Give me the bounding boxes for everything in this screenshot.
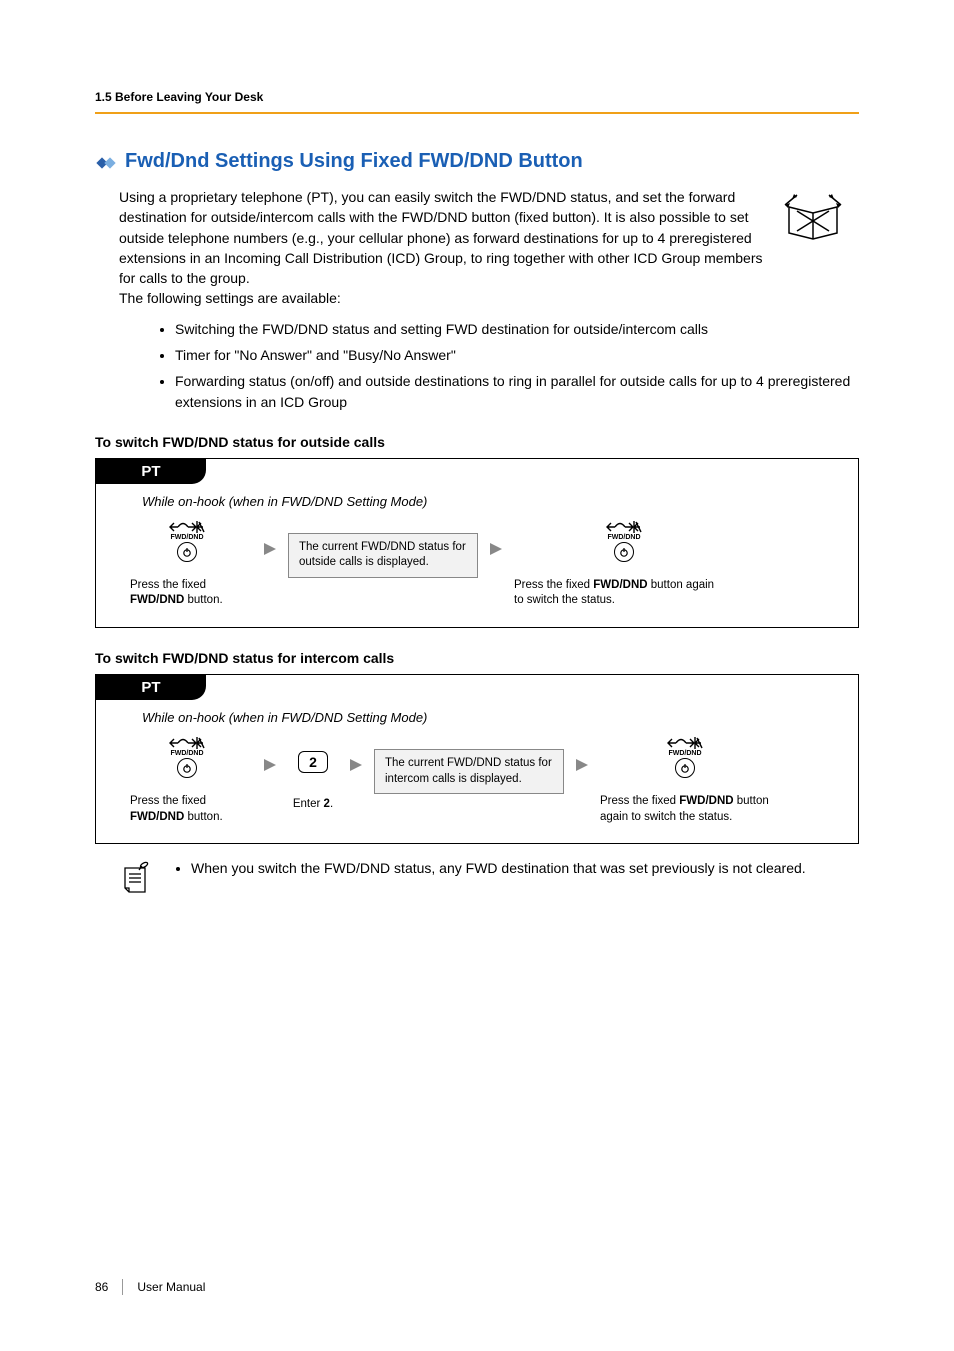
- power-circle-icon: [177, 758, 197, 778]
- proc1-flow: FWD/DND Press the fixed FWD/DND button. …: [122, 517, 858, 609]
- t: Press the fixed: [514, 579, 593, 591]
- proc1-heading: To switch FWD/DND status for outside cal…: [95, 434, 859, 450]
- fwd-dnd-label: FWD/DND: [170, 534, 203, 541]
- t: .: [330, 798, 333, 810]
- t: button.: [184, 594, 222, 606]
- proc2-digit-step: 2 Enter 2.: [288, 733, 338, 813]
- bullet-2: Timer for "No Answer" and "Busy/No Answe…: [175, 345, 859, 365]
- t: Enter: [293, 798, 324, 810]
- diamond-bullets-icon: [95, 155, 117, 169]
- note-item: When you switch the FWD/DND status, any …: [191, 858, 806, 878]
- t: FWD/DND: [679, 795, 733, 807]
- phone-book-icon: [783, 193, 855, 245]
- proc2-step2: FWD/DND Press the fixed FWD/DND button a…: [600, 733, 770, 825]
- proc2-step1: FWD/DND Press the fixed FWD/DND button.: [122, 733, 252, 825]
- arrow-icon: [348, 733, 364, 773]
- t: FWD/DND: [130, 811, 184, 823]
- section-title: Fwd/Dnd Settings Using Fixed FWD/DND But…: [125, 150, 583, 173]
- proc1-box: PT While on-hook (when in FWD/DND Settin…: [95, 458, 859, 628]
- proc1-step2-caption: Press the fixed FWD/DND button again to …: [514, 578, 724, 609]
- proc2-tab: PT: [96, 675, 206, 700]
- note-row: When you switch the FWD/DND status, any …: [119, 858, 859, 898]
- t: FWD/DND: [593, 579, 647, 591]
- fwd-dnd-button-icon: FWD/DND: [606, 521, 642, 562]
- footer-label: User Manual: [137, 1280, 205, 1294]
- power-circle-icon: [614, 542, 634, 562]
- section-heading: Fwd/Dnd Settings Using Fixed FWD/DND But…: [95, 150, 859, 173]
- fwd-dnd-button-icon: FWD/DND: [169, 521, 205, 562]
- fwd-dnd-label: FWD/DND: [170, 750, 203, 757]
- proc1-step1: FWD/DND Press the fixed FWD/DND button.: [122, 517, 252, 609]
- arrow-icon: [488, 517, 504, 557]
- intro-paragraph: Using a proprietary telephone (PT), you …: [119, 187, 769, 309]
- digit-key-2: 2: [298, 751, 328, 773]
- proc2-step2-caption: Press the fixed FWD/DND button again to …: [600, 794, 770, 825]
- settings-bullets: Switching the FWD/DND status and setting…: [135, 319, 859, 412]
- bullet-3: Forwarding status (on/off) and outside d…: [175, 371, 859, 412]
- fwd-dnd-label: FWD/DND: [607, 534, 640, 541]
- proc2-step1-caption: Press the fixed FWD/DND button.: [130, 794, 252, 825]
- page: 1.5 Before Leaving Your Desk Fwd/Dnd Set…: [0, 0, 954, 1351]
- running-header: 1.5 Before Leaving Your Desk: [95, 90, 859, 114]
- footer-divider: [122, 1279, 123, 1295]
- fwd-dnd-label: FWD/DND: [668, 750, 701, 757]
- proc1-status-box: The current FWD/DND status for outside c…: [288, 533, 478, 578]
- proc2-heading: To switch FWD/DND status for intercom ca…: [95, 650, 859, 666]
- proc2-enter-caption: Enter 2.: [293, 797, 333, 813]
- proc2-box: PT While on-hook (when in FWD/DND Settin…: [95, 674, 859, 844]
- t: Press the fixed: [130, 579, 206, 591]
- bullet-1: Switching the FWD/DND status and setting…: [175, 319, 859, 339]
- proc1-tab: PT: [96, 459, 206, 484]
- proc2-status-box: The current FWD/DND status for intercom …: [374, 749, 564, 794]
- fwd-dnd-button-icon: FWD/DND: [667, 737, 703, 778]
- note-icon: [119, 858, 155, 898]
- power-circle-icon: [675, 758, 695, 778]
- page-number: 86: [95, 1280, 108, 1294]
- arrow-icon: [262, 517, 278, 557]
- arrow-icon: [574, 733, 590, 773]
- intro-text: Using a proprietary telephone (PT), you …: [119, 189, 763, 306]
- fwd-dnd-button-icon: FWD/DND: [169, 737, 205, 778]
- proc2-flow: FWD/DND Press the fixed FWD/DND button. …: [122, 733, 858, 825]
- t: button.: [184, 811, 222, 823]
- proc1-condition: While on-hook (when in FWD/DND Setting M…: [142, 494, 858, 509]
- arrow-icon: [262, 733, 278, 773]
- t: Press the fixed: [600, 795, 679, 807]
- t: Press the fixed: [130, 795, 206, 807]
- note-list: When you switch the FWD/DND status, any …: [165, 858, 806, 878]
- power-circle-icon: [177, 542, 197, 562]
- proc1-step2: FWD/DND Press the fixed FWD/DND button a…: [514, 517, 734, 609]
- proc2-condition: While on-hook (when in FWD/DND Setting M…: [142, 710, 858, 725]
- proc1-step1-caption: Press the fixed FWD/DND button.: [130, 578, 252, 609]
- t: FWD/DND: [130, 594, 184, 606]
- page-footer: 86 User Manual: [95, 1279, 205, 1295]
